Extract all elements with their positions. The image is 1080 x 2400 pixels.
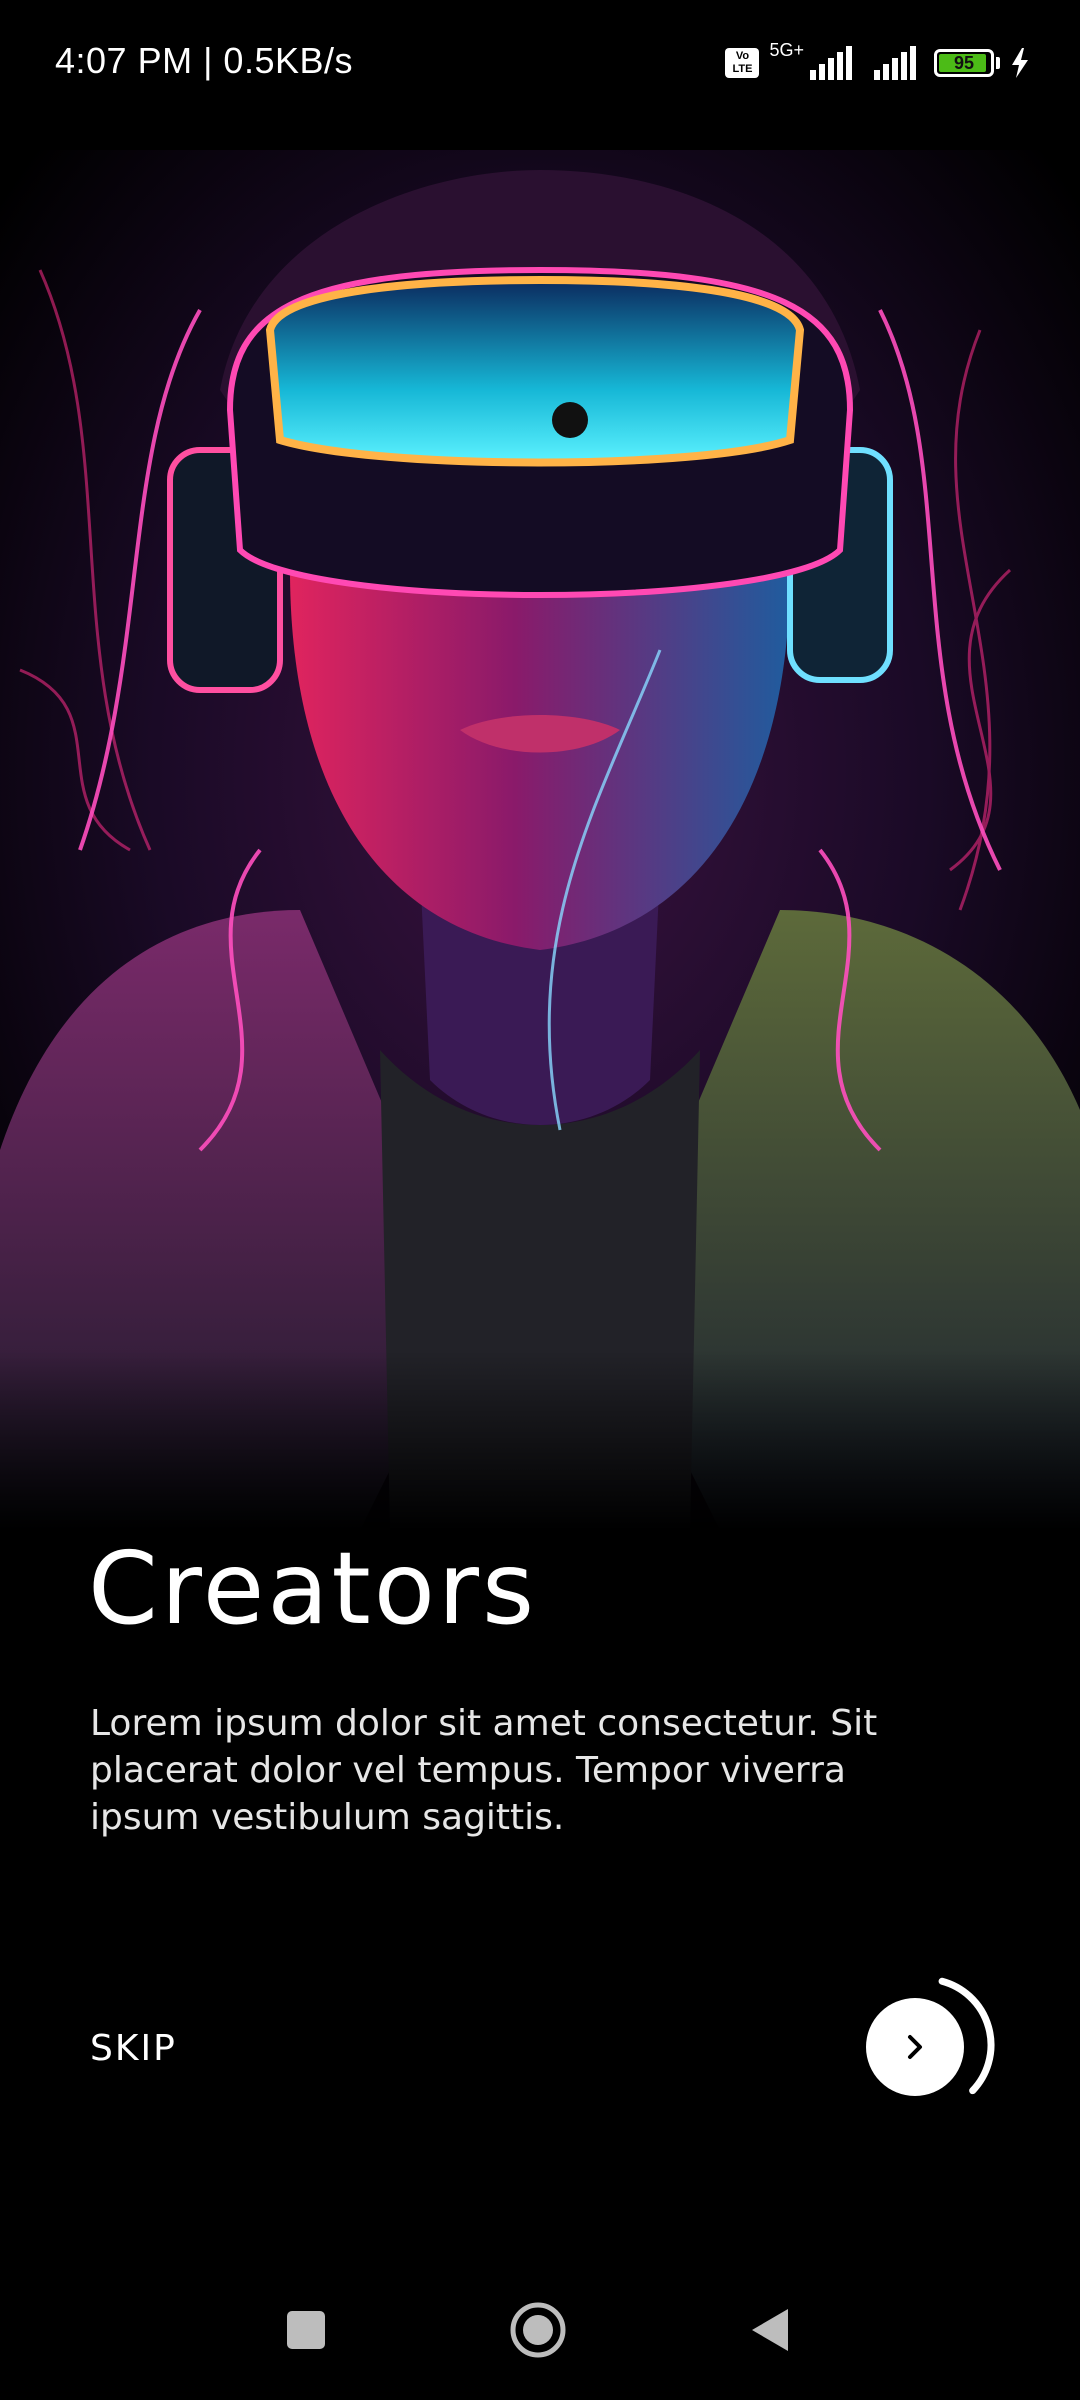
next-button[interactable]: [866, 1998, 964, 2096]
recents-button[interactable]: [276, 2300, 336, 2360]
home-button[interactable]: [508, 2300, 568, 2360]
onboarding-title: Creators: [88, 1530, 538, 1647]
volte-icon: Vo LTE: [725, 48, 760, 78]
back-button[interactable]: [740, 2300, 800, 2360]
battery-level: 95: [953, 52, 975, 73]
signal-icon-2: [874, 46, 916, 80]
chevron-right-icon: [908, 2035, 922, 2059]
next-control: [850, 1970, 1000, 2120]
battery-nub: [996, 57, 1000, 69]
system-nav-bar: [0, 2260, 1080, 2400]
status-bar: 4:07 PM | 0.5KB/s Vo LTE 5G+ 95: [0, 0, 1080, 128]
square-icon: [287, 2311, 325, 2349]
skip-button[interactable]: SKIP: [90, 2028, 177, 2069]
signal-icon: [810, 46, 852, 80]
network-type-label: 5G+: [769, 40, 804, 60]
volte-label-top: Vo: [735, 50, 750, 62]
status-time-speed: 4:07 PM | 0.5KB/s: [55, 40, 353, 81]
charging-bolt-icon: [1012, 48, 1028, 78]
volte-label-bottom: LTE: [732, 63, 753, 75]
hero-image: [0, 150, 1080, 1530]
circle-icon: [510, 2302, 566, 2358]
status-icons: Vo LTE 5G+ 95: [725, 40, 1030, 82]
vr-portrait-illustration: [0, 150, 1080, 1530]
battery-icon: 95: [934, 49, 994, 77]
triangle-back-icon: [752, 2309, 788, 2351]
onboarding-description: Lorem ipsum dolor sit amet consectetur. …: [90, 1703, 878, 1838]
